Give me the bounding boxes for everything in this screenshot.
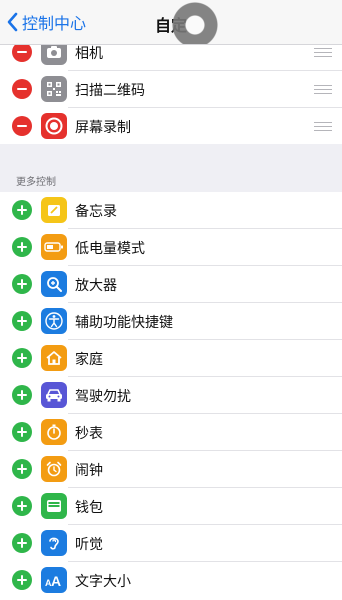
add-button[interactable]	[12, 422, 32, 442]
item-label: 辅助功能快捷键	[75, 315, 173, 331]
list-item: 屏幕录制	[0, 108, 342, 144]
reorder-handle[interactable]	[314, 48, 332, 57]
ear-icon	[41, 530, 67, 556]
list-item: 钱包	[0, 488, 342, 525]
assistive-touch-button[interactable]	[172, 2, 218, 44]
home-icon	[41, 345, 67, 371]
item-label: 放大器	[75, 278, 117, 294]
notes-icon	[41, 197, 67, 223]
list-item: 听觉	[0, 525, 342, 562]
item-label: 驾驶勿扰	[75, 389, 131, 405]
reorder-handle[interactable]	[314, 122, 332, 131]
add-button[interactable]	[12, 385, 32, 405]
camera-icon	[41, 44, 67, 65]
add-button[interactable]	[12, 200, 32, 220]
item-label: 相机	[75, 46, 103, 62]
remove-button[interactable]	[12, 44, 32, 62]
item-label: 屏幕录制	[75, 120, 131, 136]
list-item: 家庭	[0, 340, 342, 377]
add-button[interactable]	[12, 570, 32, 590]
list-item: 驾驶勿扰	[0, 377, 342, 414]
add-button[interactable]	[12, 459, 32, 479]
page-title: 自定	[154, 16, 187, 35]
list-item: 秒表	[0, 414, 342, 451]
item-label: 秒表	[75, 426, 103, 442]
magnifier-icon	[41, 271, 67, 297]
remove-button[interactable]	[12, 116, 32, 136]
more-controls-list: 备忘录 低电量模式 放大器 辅助功能快捷键 家庭 驾驶勿扰 秒表 闹钟 钱包 听…	[0, 192, 342, 600]
included-controls-list: 相机 扫描二维码 屏幕录制	[0, 44, 342, 144]
car-icon	[41, 382, 67, 408]
item-label: 扫描二维码	[75, 83, 145, 99]
list-item: 低电量模式	[0, 229, 342, 266]
list-item: 辅助功能快捷键	[0, 303, 342, 340]
text-size-icon: A A	[41, 567, 67, 593]
screen-record-icon	[41, 113, 67, 139]
item-label: 闹钟	[75, 463, 103, 479]
list-item: A A 文字大小	[0, 562, 342, 599]
add-button[interactable]	[12, 274, 32, 294]
alarm-icon	[41, 456, 67, 482]
add-button[interactable]	[12, 348, 32, 368]
list-item: 扫描二维码	[0, 71, 342, 108]
item-label: 钱包	[75, 500, 103, 516]
add-button[interactable]	[12, 237, 32, 257]
list-item: 放大器	[0, 266, 342, 303]
item-label: 低电量模式	[75, 241, 145, 257]
accessibility-icon	[41, 308, 67, 334]
svg-text:A: A	[51, 573, 61, 588]
add-button[interactable]	[12, 533, 32, 553]
section-header-more-controls: 更多控制	[16, 177, 56, 188]
add-button[interactable]	[12, 496, 32, 516]
low-power-icon	[41, 234, 67, 260]
remove-button[interactable]	[12, 79, 32, 99]
list-item: 相机	[0, 44, 342, 71]
add-button[interactable]	[12, 311, 32, 331]
reorder-handle[interactable]	[314, 85, 332, 94]
wallet-icon	[41, 493, 67, 519]
item-label: 备忘录	[75, 204, 117, 220]
item-label: 听觉	[75, 537, 103, 553]
list-item: 闹钟	[0, 451, 342, 488]
item-label: 家庭	[75, 352, 103, 368]
item-label: 文字大小	[75, 574, 131, 590]
stopwatch-icon	[41, 419, 67, 445]
navigation-bar: 控制中心 自定	[0, 0, 342, 45]
list-item: 备忘录	[0, 192, 342, 229]
qr-code-icon	[41, 76, 67, 102]
